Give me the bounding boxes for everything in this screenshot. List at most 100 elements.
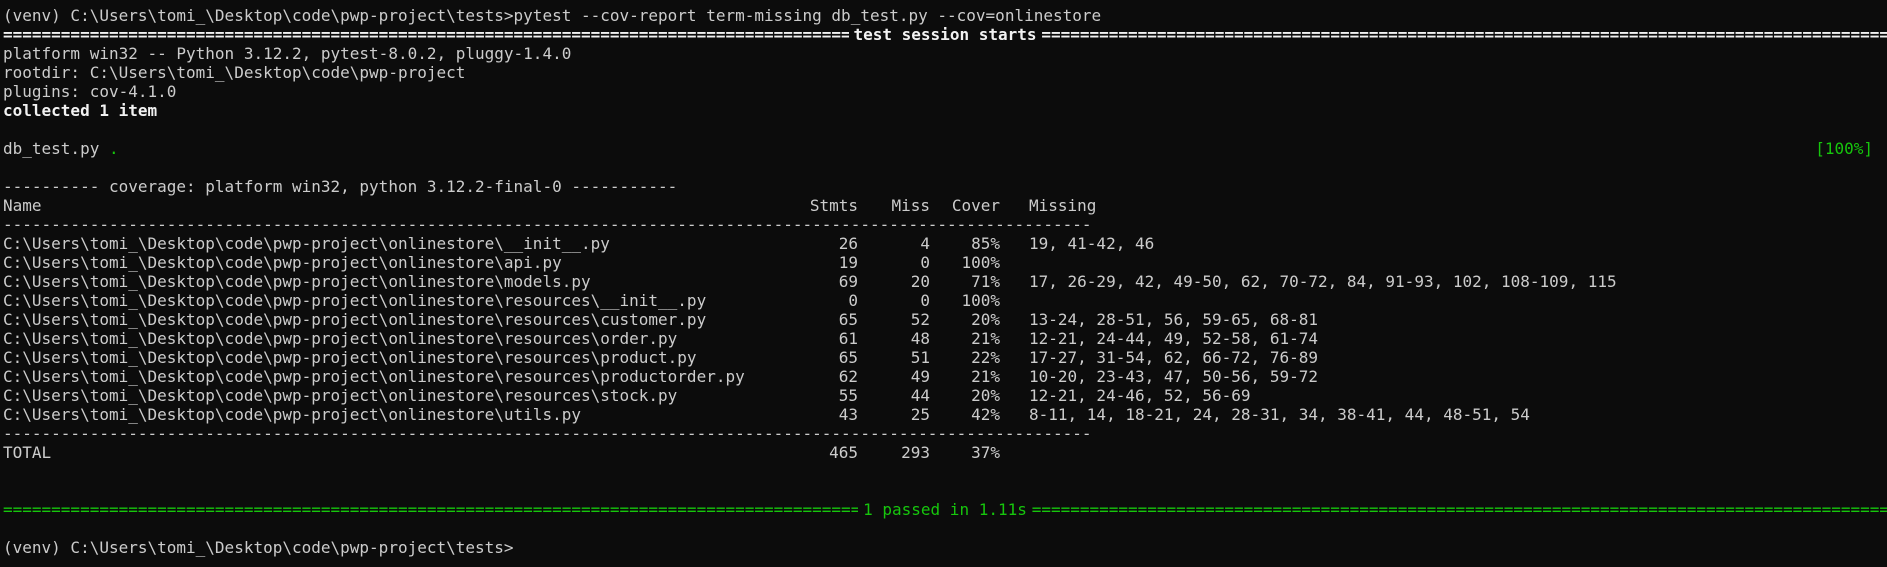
platform-text: platform win32 -- Python 3.12.2, pytest-… <box>3 44 572 63</box>
stmts-value: 65 <box>838 348 858 367</box>
cover-value: 85% <box>971 234 1000 253</box>
stmts-value: 43 <box>838 405 858 424</box>
file-name: C:\Users\tomi_\Desktop\code\pwp-project\… <box>3 310 707 329</box>
file-name: C:\Users\tomi_\Desktop\code\pwp-project\… <box>3 234 610 253</box>
table-row: C:\Users\tomi_\Desktop\code\pwp-project\… <box>3 272 1887 291</box>
column-miss: Miss <box>891 196 930 215</box>
missing-lines: 8-11, 14, 18-21, 24, 28-31, 34, 38-41, 4… <box>1029 405 1530 424</box>
cover-value: 42% <box>971 405 1000 424</box>
cover-value: 20% <box>971 386 1000 405</box>
total-label: TOTAL <box>3 443 52 462</box>
platform-line: platform win32 -- Python 3.12.2, pytest-… <box>3 44 1887 63</box>
missing-lines: 17, 26-29, 42, 49-50, 62, 70-72, 84, 91-… <box>1029 272 1617 291</box>
plugins-line: plugins: cov-4.1.0 <box>3 82 1887 101</box>
terminal-window[interactable]: (venv) C:\Users\tomi_\Desktop\code\pwp-p… <box>0 0 1887 567</box>
test-result-dots: . <box>108 139 119 158</box>
test-file: db_test.py <box>3 139 100 158</box>
stmts-value: 65 <box>838 310 858 329</box>
file-name: C:\Users\tomi_\Desktop\code\pwp-project\… <box>3 367 745 386</box>
miss-value: 4 <box>920 234 930 253</box>
file-name: C:\Users\tomi_\Desktop\code\pwp-project\… <box>3 272 591 291</box>
banner-rule-right: ========================================… <box>1041 25 1887 44</box>
command-line: (venv) C:\Users\tomi_\Desktop\code\pwp-p… <box>3 6 1887 25</box>
cover-value: 20% <box>971 310 1000 329</box>
table-divider: ----------------------------------------… <box>3 215 1887 234</box>
table-divider: ----------------------------------------… <box>3 424 1887 443</box>
coverage-table-header: Name Stmts Miss Cover Missing <box>3 196 1887 215</box>
divider-rule: ----------------------------------------… <box>3 215 1093 234</box>
prompt-line[interactable]: (venv) C:\Users\tomi_\Desktop\code\pwp-p… <box>3 538 1887 557</box>
coverage-header: ---------- coverage: platform win32, pyt… <box>3 177 1887 196</box>
stmts-value: 62 <box>838 367 858 386</box>
cover-value: 21% <box>971 367 1000 386</box>
rootdir-text: rootdir: C:\Users\tomi_\Desktop\code\pwp… <box>3 63 466 82</box>
miss-value: 0 <box>920 291 930 310</box>
missing-lines: 12-21, 24-44, 49, 52-58, 61-74 <box>1029 329 1318 348</box>
file-name: C:\Users\tomi_\Desktop\code\pwp-project\… <box>3 253 562 272</box>
table-row: C:\Users\tomi_\Desktop\code\pwp-project\… <box>3 329 1887 348</box>
miss-value: 25 <box>910 405 930 424</box>
file-name: C:\Users\tomi_\Desktop\code\pwp-project\… <box>3 405 581 424</box>
table-row: C:\Users\tomi_\Desktop\code\pwp-project\… <box>3 291 1887 310</box>
file-name: C:\Users\tomi_\Desktop\code\pwp-project\… <box>3 348 697 367</box>
summary-rule-right: ========================================… <box>1031 500 1887 519</box>
cover-value: 21% <box>971 329 1000 348</box>
stmts-value: 0 <box>848 291 858 310</box>
total-row: TOTAL 465 293 37% <box>3 443 1887 462</box>
file-name: C:\Users\tomi_\Desktop\code\pwp-project\… <box>3 329 678 348</box>
cover-value: 71% <box>971 272 1000 291</box>
cover-value: 100% <box>961 253 1000 272</box>
summary-banner: ========================================… <box>3 500 1887 519</box>
total-stmts: 465 <box>829 443 858 462</box>
total-miss: 293 <box>901 443 930 462</box>
missing-lines: 12-21, 24-46, 52, 56-69 <box>1029 386 1251 405</box>
miss-value: 44 <box>910 386 930 405</box>
miss-value: 51 <box>910 348 930 367</box>
missing-lines: 13-24, 28-51, 56, 59-65, 68-81 <box>1029 310 1318 329</box>
progress-percent: [100%] <box>1815 139 1873 158</box>
column-stmts: Stmts <box>809 196 858 215</box>
plugins-text: plugins: cov-4.1.0 <box>3 82 177 101</box>
total-cover: 37% <box>971 443 1000 462</box>
missing-lines: 19, 41-42, 46 <box>1029 234 1155 253</box>
table-row: C:\Users\tomi_\Desktop\code\pwp-project\… <box>3 234 1887 253</box>
summary-text: 1 passed in 1.11s <box>863 500 1027 519</box>
table-row: C:\Users\tomi_\Desktop\code\pwp-project\… <box>3 253 1887 272</box>
column-name: Name <box>3 196 42 215</box>
session-start-banner: ========================================… <box>3 25 1887 44</box>
miss-value: 48 <box>910 329 930 348</box>
stmts-value: 26 <box>838 234 858 253</box>
miss-value: 20 <box>910 272 930 291</box>
coverage-rows: C:\Users\tomi_\Desktop\code\pwp-project\… <box>3 234 1887 424</box>
table-row: C:\Users\tomi_\Desktop\code\pwp-project\… <box>3 348 1887 367</box>
missing-lines: 10-20, 23-43, 47, 50-56, 59-72 <box>1029 367 1318 386</box>
cover-value: 100% <box>961 291 1000 310</box>
miss-value: 52 <box>910 310 930 329</box>
stmts-value: 19 <box>838 253 858 272</box>
column-missing: Missing <box>1029 196 1097 215</box>
table-row: C:\Users\tomi_\Desktop\code\pwp-project\… <box>3 386 1887 405</box>
test-progress-line: db_test.py . [100%] <box>3 139 1887 158</box>
miss-value: 49 <box>910 367 930 386</box>
session-title: test session starts <box>853 25 1037 44</box>
rootdir-line: rootdir: C:\Users\tomi_\Desktop\code\pwp… <box>3 63 1887 82</box>
collected-line: collected 1 item <box>3 101 1887 120</box>
stmts-value: 61 <box>838 329 858 348</box>
summary-rule-left: ========================================… <box>3 500 859 519</box>
missing-lines: 17-27, 31-54, 62, 66-72, 76-89 <box>1029 348 1318 367</box>
collected-text: collected 1 item <box>3 101 158 120</box>
table-row: C:\Users\tomi_\Desktop\code\pwp-project\… <box>3 405 1887 424</box>
column-cover: Cover <box>951 196 1000 215</box>
stmts-value: 69 <box>838 272 858 291</box>
cover-value: 22% <box>971 348 1000 367</box>
table-row: C:\Users\tomi_\Desktop\code\pwp-project\… <box>3 310 1887 329</box>
prompt-text: (venv) C:\Users\tomi_\Desktop\code\pwp-p… <box>3 538 514 557</box>
file-name: C:\Users\tomi_\Desktop\code\pwp-project\… <box>3 291 707 310</box>
command-text: (venv) C:\Users\tomi_\Desktop\code\pwp-p… <box>3 6 1102 25</box>
banner-rule-left: ========================================… <box>3 25 849 44</box>
miss-value: 0 <box>920 253 930 272</box>
